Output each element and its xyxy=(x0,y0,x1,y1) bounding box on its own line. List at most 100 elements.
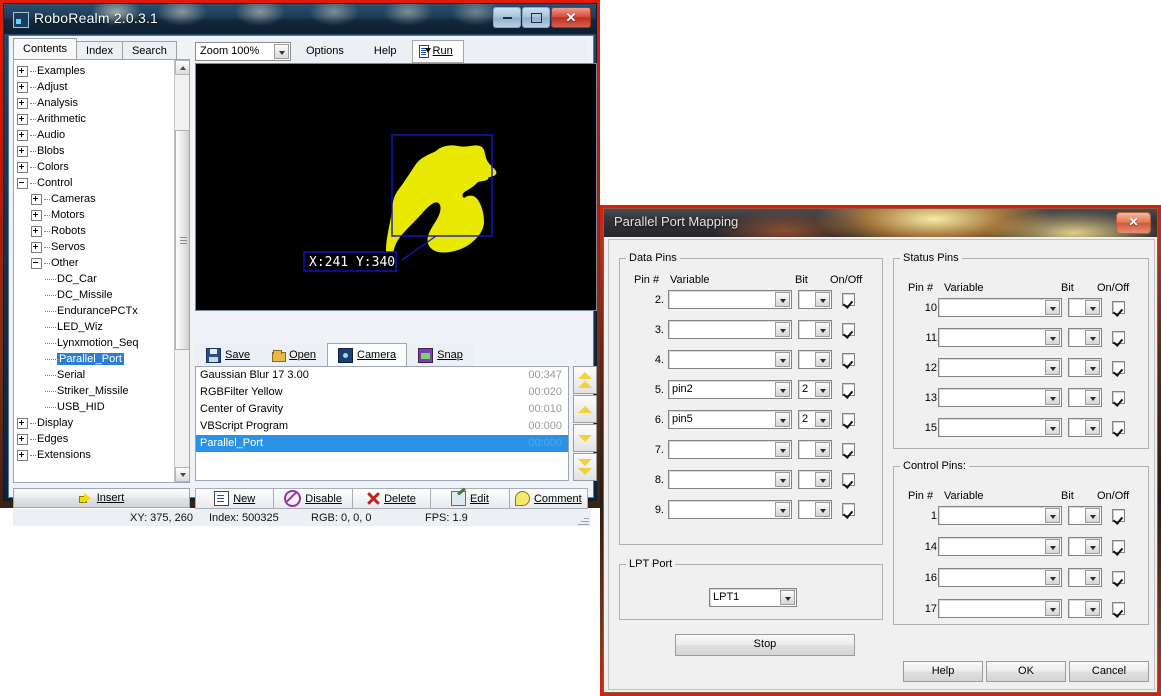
lpt-port-select[interactable]: LPT1 xyxy=(709,588,797,607)
tree-item-colors[interactable]: Colors xyxy=(17,159,174,175)
help-button[interactable]: Help xyxy=(903,661,983,682)
maximize-button[interactable] xyxy=(522,7,550,28)
pin-bit-select[interactable] xyxy=(798,470,832,489)
save-button[interactable]: Save xyxy=(195,343,262,367)
tree-item-extensions[interactable]: Extensions xyxy=(17,447,174,463)
tree-expander-plus-icon[interactable] xyxy=(17,449,28,461)
pin-variable-select[interactable] xyxy=(668,290,792,309)
tree-expander-plus-icon[interactable] xyxy=(17,129,28,141)
tree-item-usb-hid[interactable]: USB_HID xyxy=(17,399,174,415)
move-to-bottom-button[interactable] xyxy=(573,453,597,481)
tree-item-control[interactable]: Control xyxy=(17,175,174,191)
pin-variable-select[interactable] xyxy=(668,470,792,489)
tree-scroll-thumb[interactable] xyxy=(175,130,189,350)
pin-bit-select[interactable] xyxy=(798,290,832,309)
tree-item-cameras[interactable]: Cameras xyxy=(17,191,174,207)
tree-item-blobs[interactable]: Blobs xyxy=(17,143,174,159)
pin-onoff-checkbox[interactable] xyxy=(842,293,855,306)
zoom-select[interactable]: Zoom 100% xyxy=(195,41,291,61)
tree-expander-plus-icon[interactable] xyxy=(31,193,42,205)
pin-variable-select[interactable] xyxy=(668,440,792,459)
tree-expander-plus-icon[interactable] xyxy=(17,161,28,173)
pin-variable-select[interactable] xyxy=(668,350,792,369)
pin-onoff-checkbox[interactable] xyxy=(1112,301,1125,314)
tree-expander-plus-icon[interactable] xyxy=(17,81,28,93)
pin-onoff-checkbox[interactable] xyxy=(842,353,855,366)
pin-bit-select[interactable] xyxy=(798,500,832,519)
pin-variable-select[interactable] xyxy=(938,568,1062,587)
tree-expander-plus-icon[interactable] xyxy=(17,113,28,125)
insert-button[interactable]: Insert xyxy=(13,488,190,508)
tree-expander-plus-icon[interactable] xyxy=(17,65,28,77)
tree-item-endurancepctx[interactable]: EndurancePCTx xyxy=(17,303,174,319)
pin-onoff-checkbox[interactable] xyxy=(842,473,855,486)
pin-bit-select[interactable] xyxy=(1068,568,1102,587)
pin-variable-select[interactable] xyxy=(938,328,1062,347)
pin-bit-select[interactable] xyxy=(1068,358,1102,377)
pin-bit-select[interactable] xyxy=(1068,298,1102,317)
minimize-button[interactable] xyxy=(493,7,521,28)
tab-search[interactable]: Search xyxy=(121,41,177,60)
pin-variable-select[interactable] xyxy=(938,388,1062,407)
pipeline-row[interactable]: Gaussian Blur 17 3.00 00:347 xyxy=(196,367,568,384)
pin-variable-select[interactable] xyxy=(938,298,1062,317)
tree-expander-minus-icon[interactable] xyxy=(31,257,42,269)
tree-item-serial[interactable]: Serial xyxy=(17,367,174,383)
pipeline-row[interactable]: Parallel_Port 00:000 xyxy=(196,435,568,452)
dialog-close-button[interactable]: ✕ xyxy=(1116,212,1151,234)
comment-button[interactable]: Comment xyxy=(508,488,589,509)
pin-onoff-checkbox[interactable] xyxy=(1112,361,1125,374)
pin-onoff-checkbox[interactable] xyxy=(842,503,855,516)
pin-onoff-checkbox[interactable] xyxy=(842,383,855,396)
tree-scrollbar[interactable] xyxy=(174,60,189,482)
pin-variable-select[interactable] xyxy=(938,358,1062,377)
pin-onoff-checkbox[interactable] xyxy=(1112,540,1125,553)
pin-bit-select[interactable] xyxy=(1068,418,1102,437)
tree-expander-plus-icon[interactable] xyxy=(17,417,28,429)
cancel-button[interactable]: Cancel xyxy=(1069,661,1149,682)
video-preview[interactable]: X:241 Y:340 xyxy=(195,63,597,311)
run-button[interactable]: Run xyxy=(411,39,464,63)
pin-variable-select[interactable] xyxy=(938,537,1062,556)
stop-button[interactable]: Stop xyxy=(675,634,855,656)
tree-item-analysis[interactable]: Analysis xyxy=(17,95,174,111)
pin-bit-select[interactable] xyxy=(1068,537,1102,556)
camera-button[interactable]: Camera xyxy=(327,343,408,367)
disable-button[interactable]: Disable xyxy=(273,488,353,509)
pin-onoff-checkbox[interactable] xyxy=(842,413,855,426)
pin-variable-select[interactable]: pin5 xyxy=(668,410,792,429)
close-button[interactable]: ✕ xyxy=(551,7,591,28)
module-tree[interactable]: Examples Adjust Analysis Arithmetic Audio Blo… xyxy=(14,60,174,482)
pin-bit-select[interactable] xyxy=(1068,599,1102,618)
tree-item-servos[interactable]: Servos xyxy=(17,239,174,255)
tree-item-parallel-port[interactable]: Parallel_Port xyxy=(17,351,174,367)
tree-item-dc-car[interactable]: DC_Car xyxy=(17,271,174,287)
tree-item-audio[interactable]: Audio xyxy=(17,127,174,143)
pin-onoff-checkbox[interactable] xyxy=(842,323,855,336)
snap-button[interactable]: Snap xyxy=(407,343,474,367)
tree-item-adjust[interactable]: Adjust xyxy=(17,79,174,95)
pin-variable-select[interactable] xyxy=(938,418,1062,437)
tree-expander-minus-icon[interactable] xyxy=(17,177,28,189)
tree-item-motors[interactable]: Motors xyxy=(17,207,174,223)
tree-item-edges[interactable]: Edges xyxy=(17,431,174,447)
pin-onoff-checkbox[interactable] xyxy=(1112,421,1125,434)
edit-button[interactable]: Edit xyxy=(430,488,510,509)
new-button[interactable]: New xyxy=(195,488,275,509)
pin-bit-select[interactable] xyxy=(1068,506,1102,525)
tree-expander-plus-icon[interactable] xyxy=(31,209,42,221)
pin-bit-select[interactable]: 2 xyxy=(798,410,832,429)
delete-button[interactable]: Delete xyxy=(351,488,432,509)
tab-contents[interactable]: Contents xyxy=(13,38,78,60)
tree-item-led-wiz[interactable]: LED_Wiz xyxy=(17,319,174,335)
pin-onoff-checkbox[interactable] xyxy=(1112,571,1125,584)
pin-onoff-checkbox[interactable] xyxy=(1112,509,1125,522)
tree-item-display[interactable]: Display xyxy=(17,415,174,431)
tree-item-other[interactable]: Other xyxy=(17,255,174,271)
tree-item-examples[interactable]: Examples xyxy=(17,63,174,79)
help-button[interactable]: Help xyxy=(358,39,412,63)
move-to-top-button[interactable] xyxy=(573,366,597,394)
tree-item-arithmetic[interactable]: Arithmetic xyxy=(17,111,174,127)
options-button[interactable]: Options xyxy=(291,39,359,63)
pin-bit-select[interactable] xyxy=(798,440,832,459)
